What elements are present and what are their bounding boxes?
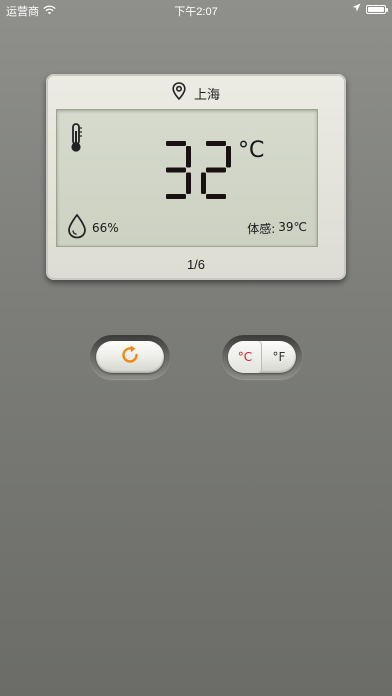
humidity-readout: 66% [67, 213, 119, 242]
digit-1-segment-c [186, 172, 191, 194]
feels-like-readout: 体感: 39℃ [247, 220, 307, 237]
refresh-icon [119, 344, 141, 370]
lcd-screen: °C 66% 体感: 39℃ [56, 109, 318, 247]
feels-like-label: 体感: [247, 222, 276, 236]
status-right [352, 3, 388, 15]
digit-1-segment-b [186, 146, 191, 168]
celsius-option[interactable]: °C [228, 341, 262, 373]
digit-2-segment-e [201, 172, 206, 194]
digit-2-segment-a [206, 141, 226, 146]
location-pin-icon [172, 82, 186, 104]
page-indicator: 1/6 [186, 257, 206, 272]
feels-like-value: 39℃ [278, 220, 307, 234]
humidity-value: 66% [92, 220, 119, 235]
digit-1-segment-g [166, 167, 186, 173]
refresh-button[interactable] [90, 335, 170, 379]
thermometer-icon [69, 123, 83, 157]
weather-device-panel: 上海 °C 66% 体感: 39℃ 1/6 [46, 74, 346, 280]
unit-toggle-face[interactable]: °C °F [228, 341, 296, 373]
status-time: 下午2:07 [174, 6, 218, 18]
temperature-unit: °C [238, 138, 265, 163]
water-drop-icon [67, 213, 87, 242]
status-bar: 运营商 下午2:07 [0, 0, 392, 20]
digit-1-segment-a [166, 141, 186, 146]
refresh-button-face[interactable] [96, 341, 164, 373]
digit-2-segment-g [206, 167, 226, 173]
unit-toggle[interactable]: °C °F [222, 335, 302, 379]
fahrenheit-option[interactable]: °F [262, 341, 296, 373]
location-arrow-icon [352, 3, 361, 15]
digit-1-segment-d [166, 194, 186, 199]
battery-fill [368, 6, 384, 12]
digit-2-segment-b [226, 146, 231, 168]
temperature-display [166, 141, 231, 199]
location-name: 上海 [193, 87, 220, 103]
digit-2-segment-d [206, 194, 226, 199]
location-header[interactable]: 上海 [46, 82, 346, 104]
battery-icon [366, 4, 388, 14]
